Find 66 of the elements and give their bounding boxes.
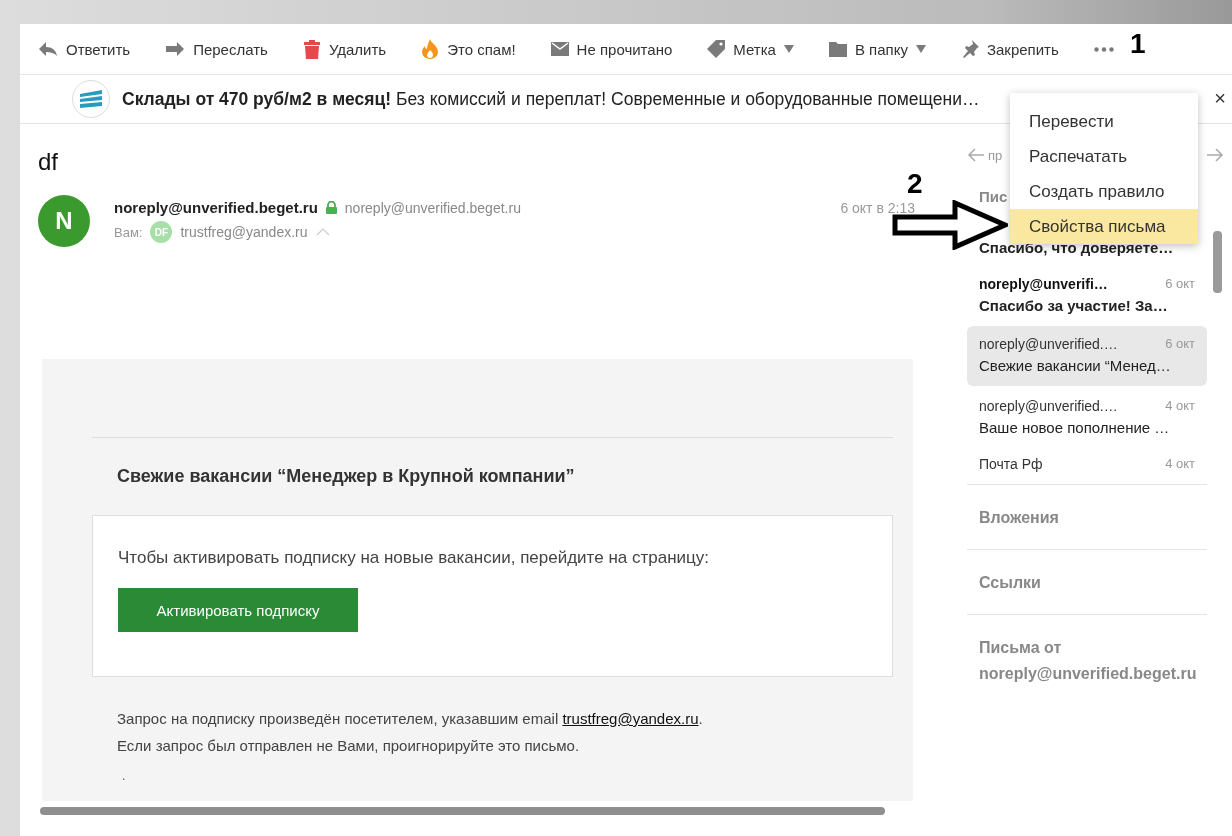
toolbar-button[interactable]: В папку	[828, 40, 926, 58]
thread-sender: noreply@unverified.…	[979, 336, 1118, 352]
sender-avatar: N	[38, 195, 90, 247]
envelope-icon	[550, 42, 569, 56]
menu-item[interactable]: Распечатать	[1010, 139, 1198, 174]
thread-sender: noreply@unverified.…	[979, 398, 1118, 414]
toolbar-button[interactable]: Переслать	[165, 40, 268, 58]
recipient-label: Вам:	[114, 224, 143, 240]
thread-date: 4 окт	[1165, 456, 1195, 472]
more-icon[interactable]	[1093, 46, 1114, 52]
footer-dot: .	[122, 769, 127, 783]
close-button[interactable]: ×	[1214, 87, 1226, 110]
toolbar-button[interactable]: Метка	[707, 40, 794, 58]
trash-icon	[302, 39, 321, 59]
previous-arrow-icon[interactable]	[967, 147, 985, 163]
thread-subject: Спасибо за участие! За…	[979, 297, 1169, 314]
toolbar-button[interactable]: Закрепить	[960, 40, 1059, 58]
sender-address: noreply@unverified.beget.ru	[344, 199, 521, 216]
folder-icon	[828, 41, 847, 57]
thread-date: 4 окт	[1165, 398, 1195, 414]
next-arrow-icon[interactable]	[1206, 147, 1224, 163]
toolbar-button[interactable]: Удалить	[302, 39, 387, 59]
chevron-up-icon[interactable]	[315, 228, 330, 236]
message-subject: df	[38, 148, 59, 177]
toolbar-button[interactable]: Не прочитано	[550, 40, 673, 58]
lock-icon	[325, 201, 337, 214]
thread-item[interactable]: noreply@unverified.… 4 окт Ваше новое пополнение …	[967, 390, 1207, 444]
thread-item[interactable]: noreply@unverifi… 6 окт Спасибо за участие! За…	[967, 268, 1207, 322]
menu-item[interactable]: Свойства письма	[1010, 209, 1198, 244]
sender-name[interactable]: noreply@unverified.beget.ru	[114, 199, 318, 216]
caret-icon	[783, 45, 794, 53]
thread-date: 6 окт	[1165, 336, 1195, 352]
sidebar-section[interactable]: Ссылки	[967, 549, 1207, 614]
thread-sender: Почта Рф	[979, 456, 1043, 472]
sidebar-section[interactable]: Письма от noreply@unverified.beget.ru	[967, 614, 1207, 705]
tag-icon	[707, 40, 726, 58]
toolbar-button[interactable]: Ответить	[38, 40, 131, 58]
email-link[interactable]: trustfreg@yandex.ru	[562, 710, 699, 727]
activate-button[interactable]: Активировать подписку	[118, 588, 358, 632]
vertical-scrollbar[interactable]	[1213, 231, 1222, 293]
menu-item[interactable]: Создать правило	[1010, 174, 1198, 209]
recipient-address[interactable]: trustfreg@yandex.ru	[180, 224, 308, 240]
thread-item[interactable]: noreply@unverified.… 6 окт Свежие вакансии “Менед…	[967, 326, 1207, 386]
toolbar-button[interactable]: Это спам!	[421, 39, 516, 59]
ad-text[interactable]: Склады от 470 руб/м2 в месяц! Без комиссий и переплат! Современные и оборудованные помещени…	[122, 88, 980, 110]
sidebar-section[interactable]: Вложения	[967, 484, 1207, 549]
thread-item[interactable]: Почта Рф 4 окт	[967, 448, 1207, 480]
email-heading: Свежие вакансии “Менеджер в Крупной компании”	[117, 466, 576, 487]
flame-icon	[421, 39, 440, 59]
message-date: 6 окт в 2:13	[840, 199, 915, 216]
thread-subject: Ваше новое пополнение …	[979, 419, 1171, 436]
horizontal-scrollbar[interactable]	[40, 807, 885, 815]
thread-sender: noreply@unverifi…	[979, 276, 1108, 292]
footer-text: Запрос на подписку произведён посетителем, указавшим email trustfreg@yandex.ru. Если запрос был отправлен не Вами, проигнорируйте это письмо.	[117, 709, 704, 756]
email-text: Чтобы активировать подписку на новые вакансии, перейдите на страницу:	[118, 548, 710, 568]
thread-heading: Пис	[979, 188, 1008, 207]
caret-icon	[915, 45, 926, 53]
reply-icon	[38, 41, 58, 57]
forward-icon	[165, 41, 186, 57]
recipient-avatar: DF	[150, 221, 173, 243]
thread-subject: Свежие вакансии “Менед…	[979, 357, 1172, 374]
annotation-number: 1	[1130, 28, 1146, 60]
menu-item[interactable]: Перевести	[1010, 104, 1198, 139]
pin-icon	[960, 40, 979, 58]
thread-date: 6 окт	[1165, 276, 1195, 292]
annotation-number: 2	[907, 168, 923, 200]
